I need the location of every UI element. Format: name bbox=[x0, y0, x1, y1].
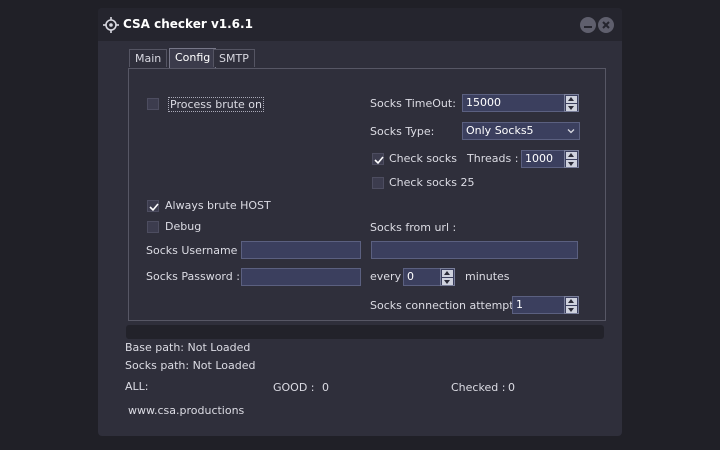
threads-label: Threads : bbox=[467, 152, 519, 165]
socks-timeout-label: Socks TimeOut: bbox=[370, 97, 456, 110]
socks-from-url-label: Socks from url : bbox=[370, 221, 457, 234]
minutes-label: minutes bbox=[465, 270, 510, 283]
spin-up-icon[interactable] bbox=[442, 270, 453, 277]
checkmark-icon bbox=[374, 156, 384, 165]
tab-smtp[interactable]: SMTP bbox=[213, 49, 255, 67]
connection-attempts-spinner[interactable] bbox=[564, 296, 579, 314]
socks-path-status: Socks path: Not Loaded bbox=[125, 359, 256, 372]
socks-type-select[interactable]: Only Socks5 bbox=[462, 122, 580, 140]
spin-down-icon[interactable] bbox=[566, 160, 577, 167]
good-label: GOOD : bbox=[273, 381, 315, 394]
socks-username-label: Socks Username : bbox=[146, 244, 245, 257]
tab-config[interactable]: Config bbox=[169, 48, 217, 68]
debug-label: Debug bbox=[165, 220, 202, 233]
spin-down-icon[interactable] bbox=[442, 278, 453, 285]
check-socks-25-checkbox[interactable] bbox=[372, 177, 384, 189]
checked-label: Checked : bbox=[451, 381, 506, 394]
always-brute-host-checkbox[interactable] bbox=[147, 200, 159, 212]
spin-up-icon[interactable] bbox=[566, 152, 577, 159]
app-window: CSA checker v1.6.1 Main Config SMTP Proc… bbox=[98, 8, 622, 436]
title-bar[interactable]: CSA checker v1.6.1 bbox=[98, 8, 622, 41]
all-label: ALL: bbox=[125, 380, 149, 393]
close-icon bbox=[602, 21, 610, 29]
window-title: CSA checker v1.6.1 bbox=[123, 17, 253, 31]
chevron-down-icon bbox=[567, 129, 575, 134]
website-link[interactable]: www.csa.productions bbox=[128, 404, 244, 417]
socks-username-input[interactable] bbox=[241, 241, 361, 259]
socks-timeout-spinner[interactable] bbox=[564, 94, 579, 112]
process-brute-checkbox[interactable] bbox=[147, 98, 159, 110]
minimize-icon bbox=[584, 26, 592, 28]
progress-bar bbox=[126, 325, 604, 339]
good-value: 0 bbox=[322, 381, 329, 394]
every-spinner[interactable] bbox=[440, 268, 455, 286]
minimize-button[interactable] bbox=[580, 17, 596, 33]
threads-spinner[interactable] bbox=[564, 150, 579, 168]
spin-up-icon[interactable] bbox=[566, 96, 577, 103]
every-input[interactable]: 0 bbox=[403, 268, 441, 286]
socks-timeout-input[interactable]: 15000 bbox=[462, 94, 565, 112]
connection-attempts-input[interactable]: 1 bbox=[512, 296, 565, 314]
process-brute-label: Process brute on bbox=[168, 97, 264, 112]
socks-password-label: Socks Password : bbox=[146, 270, 240, 283]
check-socks-checkbox[interactable] bbox=[372, 153, 384, 165]
config-panel: Process brute on Always brute HOST Debug… bbox=[128, 68, 606, 321]
socks-password-input[interactable] bbox=[241, 268, 361, 286]
check-socks-label: Check socks bbox=[389, 152, 457, 165]
check-socks-25-label: Check socks 25 bbox=[389, 176, 475, 189]
socks-from-url-input[interactable] bbox=[371, 241, 578, 259]
tab-main[interactable]: Main bbox=[129, 49, 168, 67]
threads-input[interactable]: 1000 bbox=[521, 150, 565, 168]
close-button[interactable] bbox=[598, 17, 614, 33]
checkmark-icon bbox=[149, 203, 159, 212]
always-brute-host-label: Always brute HOST bbox=[165, 199, 271, 212]
crosshair-icon bbox=[103, 17, 119, 33]
spin-down-icon[interactable] bbox=[566, 104, 577, 111]
every-label: every bbox=[370, 270, 402, 283]
connection-attempts-label: Socks connection attempts : bbox=[370, 299, 527, 312]
socks-type-value: Only Socks5 bbox=[466, 124, 534, 137]
spin-up-icon[interactable] bbox=[566, 298, 577, 305]
debug-checkbox[interactable] bbox=[147, 221, 159, 233]
base-path-status: Base path: Not Loaded bbox=[125, 341, 251, 354]
spin-down-icon[interactable] bbox=[566, 306, 577, 313]
checked-value: 0 bbox=[508, 381, 515, 394]
socks-type-label: Socks Type: bbox=[370, 125, 435, 138]
